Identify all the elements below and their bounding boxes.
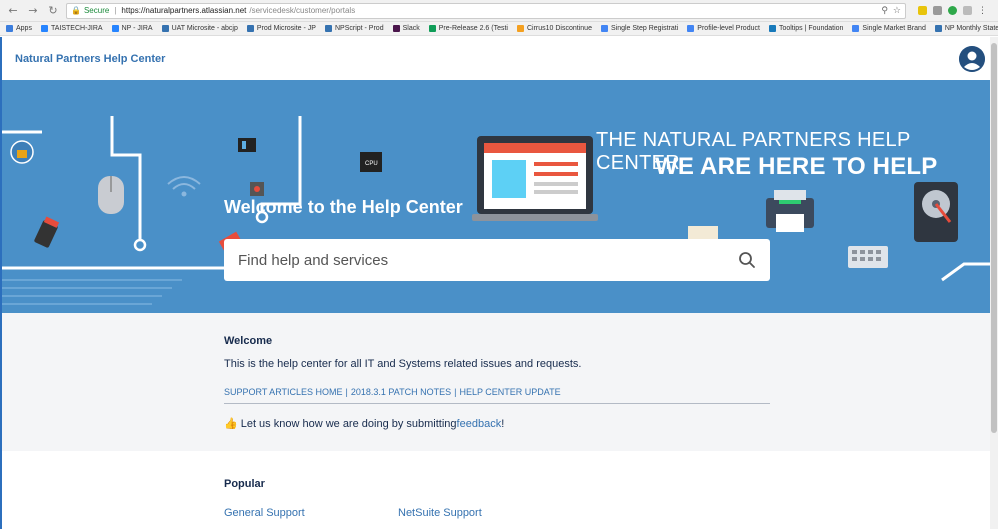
bookmark-label: TAISTECH-JIRA [50, 25, 103, 32]
bookmark-favicon-icon [111, 25, 119, 32]
user-avatar-icon[interactable] [959, 45, 985, 72]
bookmark-favicon-icon [324, 25, 332, 32]
support-articles-link[interactable]: SUPPORT ARTICLES HOME [224, 387, 343, 397]
browser-toolbar: ← → ↻ 🔒 Secure | https://naturalpartners… [0, 0, 998, 22]
link-divider: | [345, 387, 348, 397]
forward-icon[interactable]: → [26, 4, 40, 18]
bookmark-favicon-icon [852, 25, 860, 32]
feedback-suffix: ! [501, 417, 505, 430]
patch-notes-link[interactable]: 2018.3.1 PATCH NOTES [351, 387, 451, 397]
bookmark-favicon-icon [687, 25, 695, 32]
bookmark-star-icon[interactable]: ☆ [893, 5, 901, 16]
secure-label: Secure [83, 6, 110, 15]
bookmark-favicon-icon [516, 25, 524, 32]
scrollbar-thumb[interactable] [991, 43, 997, 433]
help-center-page: Natural Partners Help Center CPU THE NAT… [0, 37, 998, 529]
search-input[interactable] [238, 251, 738, 269]
bookmark-item[interactable]: Profile-level Product [687, 25, 760, 32]
svg-text:CPU: CPU [365, 161, 378, 167]
bookmarks-bar: Apps TAISTECH-JIRA NP - JIRA UAT Microsite … [0, 22, 998, 36]
bookmark-item[interactable]: Cirrus10 Discontinue [516, 25, 592, 32]
url-separator: | [114, 6, 117, 15]
bookmark-label: NP Monthly Stateme [944, 25, 998, 32]
zoom-icon[interactable]: ⚲ [881, 5, 888, 16]
extension-icon-2[interactable] [933, 6, 942, 15]
feedback-prefix: Let us know how we are doing by submitti… [240, 417, 457, 430]
bookmark-favicon-icon [40, 25, 48, 32]
bookmark-item[interactable]: Single Market Brand [852, 25, 926, 32]
page-scrollbar[interactable] [990, 37, 998, 529]
bookmark-label: UAT Microsite - abcjp [171, 25, 238, 32]
bookmark-item[interactable]: Tooltips | Foundation [768, 25, 844, 32]
menu-icon[interactable]: ⋮ [978, 6, 987, 15]
bookmark-favicon-icon [392, 25, 400, 32]
bookmark-favicon-icon [6, 25, 13, 32]
popular-item-general-support[interactable]: General Support [224, 507, 305, 519]
announcement-panel: Welcome This is the help center for all … [2, 313, 998, 451]
bookmark-label: Cirrus10 Discontinue [526, 25, 592, 32]
announcement-links: SUPPORT ARTICLES HOME | 2018.3.1 PATCH NOT… [224, 387, 770, 404]
bookmark-label: Prod Microsite - JP [256, 25, 316, 32]
extension-icon-3[interactable] [948, 6, 957, 15]
bookmark-item[interactable]: Single Step Registrati [600, 25, 679, 32]
feedback-link[interactable]: feedback [457, 418, 502, 430]
bookmark-label: Profile-level Product [697, 25, 760, 32]
feedback-line: 👍 Let us know how we are doing by submit… [224, 417, 504, 430]
link-divider: | [454, 387, 457, 397]
announcement-title: Welcome [224, 335, 273, 347]
bookmark-label: Slack [402, 25, 420, 32]
welcome-title: Welcome to the Help Center [224, 197, 463, 217]
hero-banner: CPU THE NATURAL PARTNERS HELP CENTER WE … [2, 80, 998, 313]
bookmark-label: Single Market Brand [862, 25, 926, 32]
popular-item-netsuite-support[interactable]: NetSuite Support [398, 507, 482, 519]
bookmark-item[interactable]: Prod Microsite - JP [246, 25, 316, 32]
hero-heading-line2: WE ARE HERE TO HELP [655, 153, 938, 180]
bookmark-item[interactable]: Pre-Release 2.6 (Testi [428, 25, 508, 32]
popular-title: Popular [224, 478, 265, 490]
bookmark-item[interactable]: Apps [6, 25, 32, 32]
bookmark-item[interactable]: TAISTECH-JIRA [40, 25, 103, 32]
thumbs-up-icon: 👍 [224, 417, 238, 430]
extension-icon-4[interactable] [963, 6, 972, 15]
bookmark-label: Apps [16, 25, 32, 32]
help-center-update-link[interactable]: HELP CENTER UPDATE [459, 387, 560, 397]
bookmark-item[interactable]: NP - JIRA [111, 25, 153, 32]
bookmark-label: Single Step Registrati [610, 25, 679, 32]
bookmark-label: Tooltips | Foundation [778, 25, 844, 32]
bookmark-label: Pre-Release 2.6 (Testi [438, 25, 508, 32]
url-host: https://naturalpartners.atlassian.net [121, 6, 247, 15]
bookmark-favicon-icon [161, 25, 169, 32]
address-bar[interactable]: 🔒 Secure | https://naturalpartners.atlas… [66, 2, 906, 19]
bookmark-favicon-icon [600, 25, 608, 32]
bookmark-item[interactable]: NPScript - Prod [324, 25, 384, 32]
site-header: Natural Partners Help Center [2, 37, 998, 80]
bookmark-favicon-icon [934, 25, 942, 32]
bookmark-label: NPScript - Prod [334, 25, 384, 32]
popular-section: Popular General Support NetSuite Support [2, 451, 998, 529]
bookmark-item[interactable]: NP Monthly Stateme [934, 25, 998, 32]
announcement-text: This is the help center for all IT and S… [224, 358, 582, 370]
bookmark-item[interactable]: Slack [392, 25, 420, 32]
reload-icon[interactable]: ↻ [46, 4, 60, 18]
bookmark-favicon-icon [428, 25, 436, 32]
search-icon[interactable] [738, 251, 756, 269]
search-box [224, 239, 770, 281]
bookmark-label: NP - JIRA [121, 25, 153, 32]
url-path: /servicedesk/customer/portals [249, 6, 356, 15]
extensions: ⋮ [918, 6, 987, 15]
back-icon[interactable]: ← [6, 4, 20, 18]
brand-link[interactable]: Natural Partners Help Center [15, 53, 165, 65]
bookmark-favicon-icon [768, 25, 776, 32]
lock-icon: 🔒 [71, 6, 81, 15]
extension-icon-1[interactable] [918, 6, 927, 15]
bookmark-item[interactable]: UAT Microsite - abcjp [161, 25, 238, 32]
bookmark-favicon-icon [246, 25, 254, 32]
